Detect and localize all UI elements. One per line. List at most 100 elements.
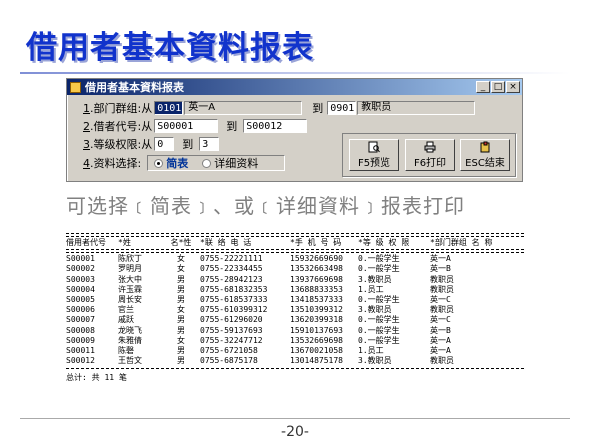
col-phone: *联 络 电 话 bbox=[200, 238, 252, 247]
table-row: S00005 周长安 男 0755-618537333 13418537333 0.一般学… bbox=[66, 295, 524, 305]
dept-to-name: 教职员 bbox=[357, 101, 476, 115]
detail-option-label[interactable]: 详细资料 bbox=[214, 155, 258, 171]
table-cell: 15932669690 bbox=[290, 254, 343, 264]
window-titlebar[interactable]: 借用者基本資料报表 bbox=[67, 79, 522, 95]
table-cell: 13688833353 bbox=[290, 284, 343, 294]
table-cell: 0.一般学生 bbox=[358, 254, 400, 264]
col-dept: *部门群组 名 称 bbox=[430, 238, 493, 247]
table-cell: 3.教职员 bbox=[358, 356, 392, 366]
table-cell: 0755-6721058 bbox=[200, 345, 258, 355]
table-cell: 陈磬 bbox=[118, 345, 134, 355]
close-button[interactable]: × bbox=[506, 81, 520, 93]
table-cell: 13014875178 bbox=[290, 356, 343, 366]
table-cell: 男 bbox=[177, 284, 185, 294]
table-cell: 13532663498 bbox=[290, 264, 343, 274]
borrower-from-input[interactable]: S00001 bbox=[154, 119, 219, 133]
table-cell: 英一C bbox=[430, 294, 451, 304]
simple-option-label[interactable]: 简表 bbox=[166, 155, 188, 171]
table-cell: 13510399312 bbox=[290, 305, 343, 315]
table-cell: S00012 bbox=[66, 356, 95, 366]
level-to-label: 到 bbox=[182, 138, 194, 151]
table-cell: 教职员 bbox=[430, 274, 454, 284]
level-label: 3.等级权限:从 bbox=[83, 138, 153, 151]
minimize-button[interactable]: _ bbox=[476, 81, 490, 93]
table-row: S00002 罗明月 女 0755-22334455 13532663498 0.一般学生… bbox=[66, 264, 524, 274]
borrower-to-label: 到 bbox=[226, 120, 238, 133]
window-controls: _ □ × bbox=[476, 81, 520, 93]
print-button[interactable]: F6打印 bbox=[405, 139, 455, 171]
preview-icon bbox=[368, 141, 380, 153]
level-from-input[interactable]: 0 bbox=[154, 137, 175, 151]
report-dialog-window: 借用者基本資料报表 _ □ × 1.部门群组:从 0101 英一A 到 0901… bbox=[66, 78, 523, 182]
table-cell: 陈欣丁 bbox=[118, 254, 142, 264]
table-cell: 龙晓飞 bbox=[118, 325, 142, 335]
table-cell: S00001 bbox=[66, 254, 95, 264]
table-cell: 女 bbox=[177, 335, 185, 345]
table-cell: 13620399318 bbox=[290, 315, 343, 325]
table-cell: 英一B bbox=[430, 325, 451, 335]
col-surname: *姓 bbox=[118, 238, 131, 247]
preview-label: F5预览 bbox=[357, 158, 391, 169]
borrower-to-input[interactable]: S00012 bbox=[243, 119, 308, 133]
maximize-button[interactable]: □ bbox=[491, 81, 505, 93]
dept-from-name: 英一A bbox=[184, 101, 303, 115]
table-cell: 13670021058 bbox=[290, 345, 343, 355]
table-cell: S00008 bbox=[66, 325, 95, 335]
table-cell: 0755-618537333 bbox=[200, 294, 268, 304]
table-cell: 0755-6875178 bbox=[200, 356, 258, 366]
report-top-separator bbox=[66, 233, 524, 237]
dept-from-code-input[interactable]: 0101 bbox=[154, 101, 184, 115]
table-cell: S00004 bbox=[66, 284, 95, 294]
table-cell: 英一A bbox=[430, 335, 451, 345]
level-to-input[interactable]: 3 bbox=[199, 137, 220, 151]
table-cell: 13418537333 bbox=[290, 294, 343, 304]
table-cell: 教职员 bbox=[430, 284, 454, 294]
table-cell: 0.一般学生 bbox=[358, 335, 400, 345]
table-cell: 女 bbox=[177, 305, 185, 315]
table-row: S00011 陈磬 男 0755-6721058 13670021058 1.员工 英一A bbox=[66, 346, 524, 356]
window-title: 借用者基本資料报表 bbox=[85, 81, 184, 94]
detail-radio[interactable] bbox=[202, 158, 212, 168]
page-number: -20- bbox=[281, 424, 309, 440]
app-icon bbox=[70, 81, 81, 93]
borrower-id-label: 2.借者代号:从 bbox=[83, 120, 153, 133]
report-preview: 借用者代号 *姓 名*性 *联 络 电 话 *手 机 号 码 *等 级 权 限 … bbox=[66, 232, 524, 383]
report-total: 总计: 共 11 笔 bbox=[66, 373, 127, 383]
table-cell: 男 bbox=[177, 345, 185, 355]
print-label: F6打印 bbox=[413, 158, 447, 169]
table-cell: 0.一般学生 bbox=[358, 325, 400, 335]
col-level: *等 级 权 限 bbox=[358, 238, 410, 247]
table-cell: 0755-61296020 bbox=[200, 315, 263, 325]
printer-icon bbox=[424, 141, 436, 153]
table-cell: 教职员 bbox=[430, 356, 454, 366]
table-cell: 0755-28942123 bbox=[200, 274, 263, 284]
simple-radio[interactable] bbox=[154, 158, 164, 168]
preview-button[interactable]: F5预览 bbox=[349, 139, 399, 171]
table-cell: 朱雅倩 bbox=[118, 335, 142, 345]
table-cell: 张大中 bbox=[118, 274, 142, 284]
table-cell: 男 bbox=[177, 325, 185, 335]
table-cell: S00005 bbox=[66, 294, 95, 304]
table-cell: 13937669698 bbox=[290, 274, 343, 284]
table-row: S00006 官兰 女 0755-610399312 13510399312 3.教职员 教… bbox=[66, 305, 524, 315]
table-cell: 周长安 bbox=[118, 294, 142, 304]
table-cell: 13532669698 bbox=[290, 335, 343, 345]
table-cell: 教职员 bbox=[430, 305, 454, 315]
table-cell: 1.员工 bbox=[358, 284, 384, 294]
table-row: S00004 许玉霖 男 0755-681832353 13688833353 1.员工 教… bbox=[66, 285, 524, 295]
table-cell: 王哲文 bbox=[118, 356, 142, 366]
table-cell: S00007 bbox=[66, 315, 95, 325]
table-cell: S00003 bbox=[66, 274, 95, 284]
table-cell: 0755-681832353 bbox=[200, 284, 268, 294]
table-row: S00012 王哲文 男 0755-6875178 13014875178 3.教职员 教职… bbox=[66, 356, 524, 366]
report-bottom-separator bbox=[66, 368, 524, 370]
data-select-group: 简表 详细资料 bbox=[147, 155, 286, 171]
dept-group-label: 1.部门群组:从 bbox=[83, 102, 153, 115]
exit-button[interactable]: ESC结束 bbox=[460, 139, 510, 171]
dept-to-code-input[interactable]: 0901 bbox=[327, 101, 357, 115]
table-cell: 15910137693 bbox=[290, 325, 343, 335]
table-cell: 女 bbox=[177, 254, 185, 264]
table-cell: 罗明月 bbox=[118, 264, 142, 274]
table-cell: S00002 bbox=[66, 264, 95, 274]
data-select-label: 4.资料选择: bbox=[83, 157, 142, 170]
